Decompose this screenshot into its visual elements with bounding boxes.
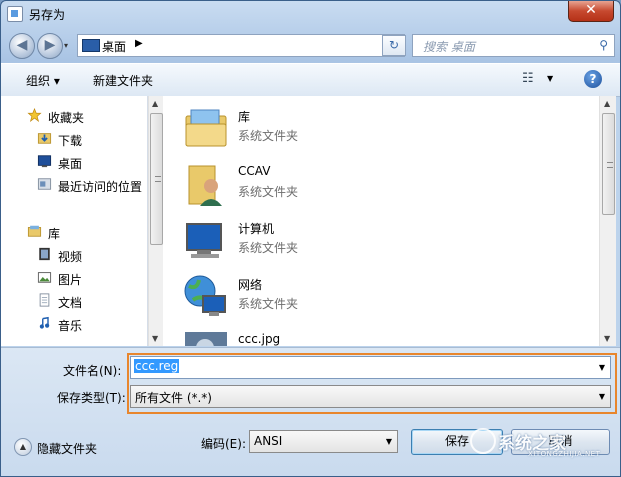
- navigation-bar: ◀ ▶ ▾ 桌面 ▶ ▼ ↻ 搜索 桌面 ⚲: [1, 27, 620, 61]
- close-button[interactable]: ✕: [568, 1, 614, 22]
- watermark-logo-icon: [470, 428, 496, 454]
- sidebar-item-label: 图片: [58, 273, 83, 287]
- libraries-folder-icon: [27, 225, 42, 237]
- dialog-title: 另存为: [29, 8, 66, 22]
- encoding-label: 编码(E):: [201, 437, 246, 451]
- sidebar-item-downloads[interactable]: 下载: [1, 129, 147, 149]
- sidebar-item-documents[interactable]: 文档: [1, 291, 147, 311]
- file-item-network[interactable]: 网络 系统文件夹: [183, 274, 483, 330]
- dialog-icon: [7, 6, 23, 22]
- help-icon[interactable]: ?: [584, 70, 602, 88]
- hide-folders-toggle[interactable]: ▲: [14, 438, 32, 456]
- command-bar: 组织 ▾ 新建文件夹 ☷ ▼ ?: [1, 63, 620, 97]
- desktop-icon: [37, 155, 52, 168]
- file-item-computer[interactable]: 计算机 系统文件夹: [183, 218, 483, 274]
- navigation-pane: 收藏夹 下载 桌面 最近访问的位置 库 视频 图片 文档 音乐: [1, 96, 148, 346]
- sidebar-item-music[interactable]: 音乐: [1, 314, 147, 334]
- scroll-thumb[interactable]: [602, 113, 615, 215]
- scroll-up-icon[interactable]: ▲: [152, 99, 158, 108]
- sidebar-item-recent-places[interactable]: 最近访问的位置: [1, 175, 147, 195]
- scroll-down-icon[interactable]: ▼: [152, 334, 158, 343]
- save-type-value[interactable]: 所有文件 (*.*): [135, 389, 212, 406]
- image-thumbnail-icon: [185, 332, 227, 346]
- downloads-folder-icon: [37, 133, 52, 144]
- sidebar-item-label: 音乐: [58, 319, 83, 333]
- libraries-folder-icon: [185, 109, 227, 147]
- organize-menu[interactable]: 组织 ▾: [26, 72, 60, 89]
- search-placeholder[interactable]: 搜索 桌面: [423, 38, 475, 55]
- forward-button[interactable]: ▶: [37, 33, 63, 59]
- address-location[interactable]: 桌面: [102, 38, 126, 55]
- file-type: 系统文件夹: [238, 185, 299, 199]
- sidebar-item-libraries[interactable]: 库: [1, 222, 147, 242]
- filename-value[interactable]: ccc.reg: [134, 359, 180, 373]
- grip-icon: [155, 176, 161, 182]
- file-name: CCAV: [238, 164, 271, 178]
- desktop-icon: [82, 39, 100, 52]
- sidebar-item-label: 视频: [58, 250, 83, 264]
- sidebar-item-label: 下载: [58, 134, 83, 148]
- view-dropdown-icon[interactable]: ▼: [547, 74, 553, 83]
- file-name: 库: [238, 110, 251, 124]
- save-type-select[interactable]: 所有文件 (*.*) ▼: [130, 385, 611, 408]
- breadcrumb-arrow-icon[interactable]: ▶: [135, 38, 143, 49]
- sidebar-item-label: 最近访问的位置: [58, 180, 143, 194]
- filename-label: 文件名(N):: [63, 364, 122, 378]
- file-name: 网络: [238, 278, 263, 292]
- chevron-down-icon[interactable]: ▼: [599, 392, 605, 401]
- chevron-down-icon[interactable]: ▼: [386, 437, 392, 446]
- watermark-subtext: XITONGZHIJIA.NET: [528, 450, 601, 458]
- recent-places-icon: [37, 178, 52, 190]
- scroll-down-icon[interactable]: ▼: [604, 334, 610, 343]
- file-item-ccav[interactable]: CCAV 系统文件夹: [183, 162, 483, 218]
- file-name: ccc.jpg: [238, 332, 281, 346]
- user-folder-icon: [188, 165, 222, 206]
- scroll-up-icon[interactable]: ▲: [604, 99, 610, 108]
- new-folder-button[interactable]: 新建文件夹: [93, 72, 153, 89]
- sidebar-item-label: 库: [48, 227, 61, 241]
- music-icon: [39, 316, 50, 329]
- encoding-select[interactable]: ANSI ▼: [249, 430, 398, 453]
- refresh-button[interactable]: ↻: [382, 35, 406, 56]
- network-icon: [184, 275, 226, 316]
- filename-field[interactable]: ccc.reg ▼: [130, 356, 611, 379]
- search-box[interactable]: 搜索 桌面 ⚲: [412, 34, 615, 57]
- chevron-down-icon[interactable]: ▼: [599, 363, 605, 372]
- file-type: 系统文件夹: [238, 297, 299, 311]
- save-type-label: 保存类型(T):: [57, 391, 126, 405]
- encoding-value[interactable]: ANSI: [254, 434, 282, 448]
- file-type: 系统文件夹: [238, 129, 299, 143]
- scroll-thumb[interactable]: [150, 113, 163, 245]
- sidebar-item-label: 桌面: [58, 157, 83, 171]
- sidebar-item-pictures[interactable]: 图片: [1, 268, 147, 288]
- grip-icon: [607, 162, 613, 168]
- address-bar[interactable]: 桌面 ▶ ▼: [77, 34, 405, 57]
- file-type: 系统文件夹: [238, 241, 299, 255]
- sidebar-item-label: 文档: [58, 296, 83, 310]
- view-options-icon[interactable]: ☷: [522, 71, 534, 86]
- file-name: 计算机: [238, 222, 275, 236]
- file-list: 库 系统文件夹 CCAV 系统文件夹 计算机 系统文件夹 网络 系统文件夹 cc…: [163, 96, 599, 346]
- navigation-scrollbar[interactable]: ▲ ▼: [148, 96, 163, 346]
- sidebar-item-videos[interactable]: 视频: [1, 245, 147, 265]
- watermark: 系统之家 XITONGZHIJIA.NET: [470, 425, 618, 467]
- video-icon: [39, 247, 50, 261]
- back-button[interactable]: ◀: [9, 33, 35, 59]
- recent-locations-dropdown[interactable]: ▾: [64, 41, 68, 50]
- file-list-scrollbar[interactable]: ▲ ▼: [599, 96, 616, 346]
- picture-icon: [37, 272, 52, 283]
- search-icon[interactable]: ⚲: [599, 38, 608, 52]
- sidebar-item-favorites[interactable]: 收藏夹: [1, 106, 147, 126]
- star-icon: [27, 108, 42, 122]
- hide-folders-label[interactable]: 隐藏文件夹: [37, 440, 97, 457]
- file-item-libraries[interactable]: 库 系统文件夹: [183, 106, 483, 162]
- file-item-ccc-jpg[interactable]: ccc.jpg: [183, 330, 483, 346]
- sidebar-item-label: 收藏夹: [48, 111, 85, 125]
- sidebar-item-desktop[interactable]: 桌面: [1, 152, 147, 172]
- document-icon: [39, 293, 50, 307]
- computer-icon: [186, 223, 222, 258]
- title-bar[interactable]: 另存为 ✕: [1, 1, 620, 27]
